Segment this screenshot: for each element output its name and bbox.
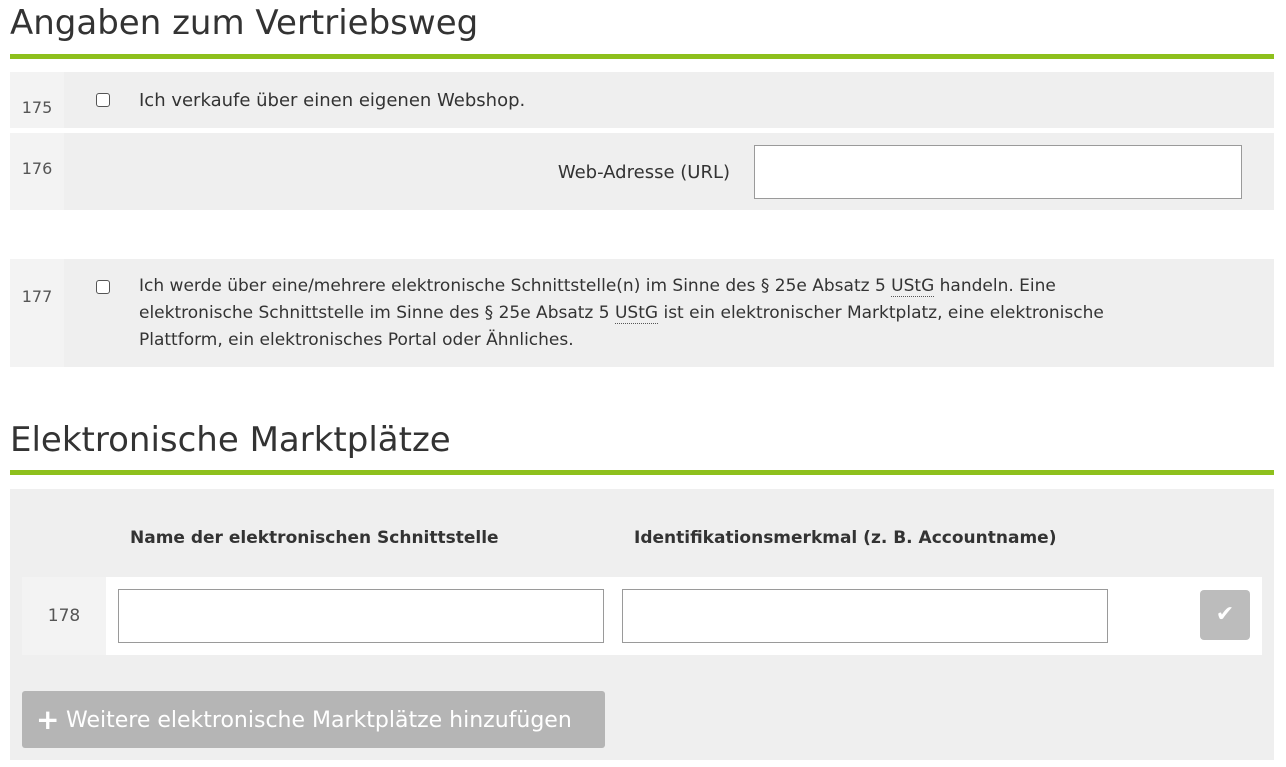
add-marketplace-button[interactable]: + Weitere elektronische Marktplätze hinzu…: [22, 691, 605, 748]
marketplace-row-178: 178 ✔: [22, 577, 1262, 655]
schnittstelle-checkbox[interactable]: [96, 280, 110, 294]
schnittstelle-name-input[interactable]: [118, 589, 604, 643]
row-number: 176: [10, 133, 64, 210]
row-number: 175: [10, 72, 64, 128]
url-input[interactable]: [754, 145, 1242, 199]
section-title-vertriebsweg: Angaben zum Vertriebsweg: [10, 3, 479, 43]
section-divider: [10, 470, 1274, 475]
add-marketplace-label: Weitere elektronische Marktplätze hinzuf…: [66, 708, 572, 733]
section-divider: [10, 54, 1274, 59]
ustg-abbreviation[interactable]: UStG: [614, 303, 659, 324]
ustg-abbreviation[interactable]: UStG: [891, 276, 935, 297]
webshop-checkbox[interactable]: [96, 93, 110, 107]
url-label: Web-Adresse (URL): [557, 162, 730, 183]
row-175: 175 Ich verkaufe über einen eigenen Webs…: [10, 72, 1274, 128]
checkmark-icon: ✔: [1215, 602, 1235, 627]
confirm-row-button[interactable]: ✔: [1200, 590, 1250, 640]
identifikationsmerkmal-input[interactable]: [622, 589, 1108, 643]
row-number: 177: [10, 259, 64, 367]
column-header-name: Name der elektronischen Schnittstelle: [130, 528, 499, 548]
section-title-marktplaetze: Elektronische Marktplätze: [10, 420, 451, 460]
schnittstelle-label: Ich werde über eine/mehrere elektronisch…: [139, 276, 1104, 350]
row-177: 177 Ich werde über eine/mehrere elektron…: [10, 259, 1274, 367]
webshop-label: Ich verkaufe über einen eigenen Webshop.: [139, 90, 526, 111]
row-176: 176 Web-Adresse (URL): [10, 133, 1274, 210]
plus-icon: +: [36, 703, 60, 736]
column-header-identifier: Identifikationsmerkmal (z. B. Accountnam…: [634, 528, 1057, 548]
row-number: 178: [22, 577, 106, 655]
